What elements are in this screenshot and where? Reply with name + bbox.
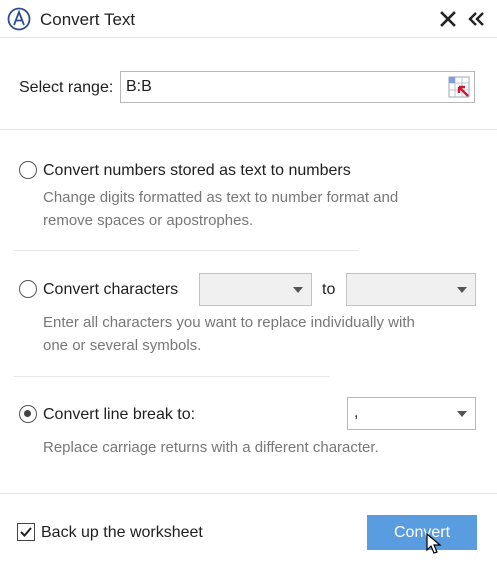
pane-header: Convert Text <box>0 0 497 38</box>
select-range-input[interactable] <box>120 71 475 103</box>
chevron-down-icon <box>457 287 467 293</box>
close-icon[interactable] <box>438 9 458 29</box>
convert-numbers-description-2: remove spaces or apostrophes. <box>43 212 254 229</box>
convert-button[interactable]: Convert <box>367 515 477 550</box>
divider <box>14 250 359 251</box>
convert-numbers-label[interactable]: Convert numbers stored as text to number… <box>43 162 351 180</box>
pane-title: Convert Text <box>40 10 136 29</box>
chevron-down-icon <box>293 287 303 293</box>
to-label: to <box>322 281 336 298</box>
convert-characters-label[interactable]: Convert characters <box>43 281 178 299</box>
double-chevron-left-icon[interactable] <box>466 9 486 29</box>
from-character-dropdown[interactable] <box>199 273 312 306</box>
checkmark-icon <box>20 527 32 537</box>
convert-numbers-description-1: Change digits formatted as text to numbe… <box>43 189 399 206</box>
convert-line-break-description: Replace carriage returns with a differen… <box>43 439 379 456</box>
radio-convert-characters[interactable] <box>19 280 37 298</box>
radio-convert-line-break[interactable] <box>19 405 37 423</box>
radio-convert-numbers[interactable] <box>19 161 37 179</box>
range-section: Select range: <box>0 38 497 130</box>
backup-checkbox[interactable] <box>17 523 35 541</box>
convert-characters-description-2: one or several symbols. <box>43 337 202 354</box>
convert-line-break-label[interactable]: Convert line break to: <box>43 406 195 424</box>
select-range-label: Select range: <box>19 79 114 96</box>
backup-label[interactable]: Back up the worksheet <box>41 524 203 542</box>
pane-footer: Back up the worksheet Convert <box>0 493 497 570</box>
line-break-replacement-value: , <box>354 404 359 421</box>
chevron-down-icon <box>457 411 467 417</box>
convert-text-pane: Convert Text Select range: Convert numbe… <box>0 0 497 570</box>
range-select-icon[interactable] <box>448 76 470 98</box>
line-break-replacement-dropdown[interactable]: , <box>347 397 476 430</box>
to-character-dropdown[interactable] <box>346 273 476 306</box>
divider <box>14 376 329 377</box>
convert-characters-description-1: Enter all characters you want to replace… <box>43 314 415 331</box>
ablebits-logo-icon <box>7 7 31 31</box>
